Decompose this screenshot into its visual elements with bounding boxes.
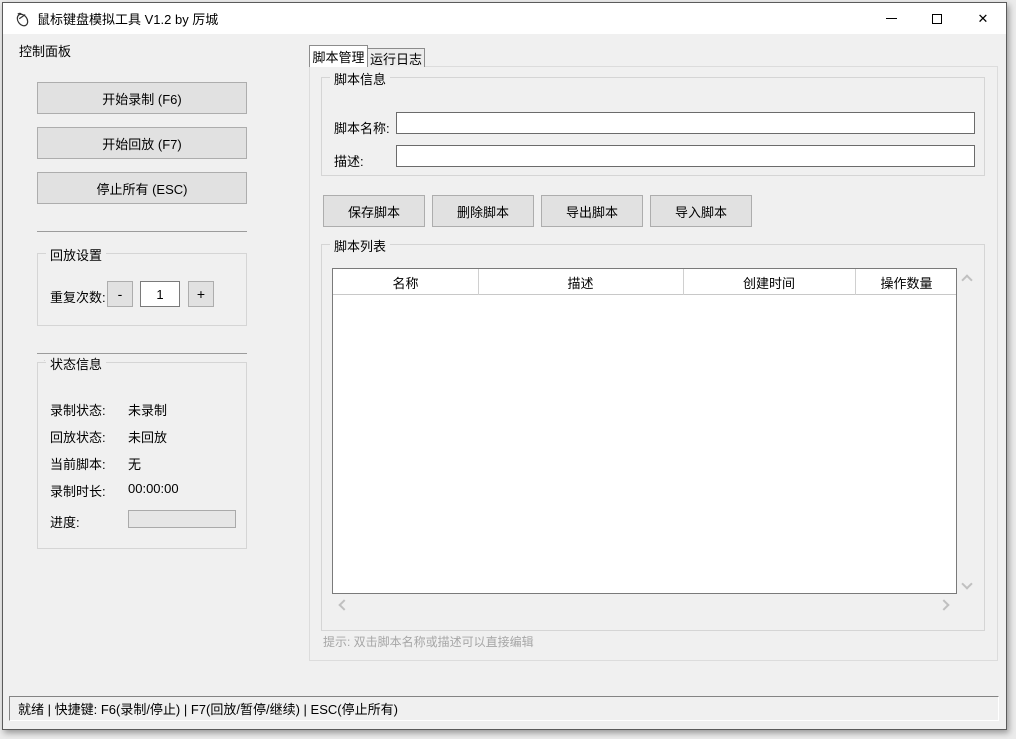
- scroll-up-icon[interactable]: [961, 274, 972, 285]
- status-info-title: 状态信息: [46, 354, 106, 373]
- minimize-button[interactable]: [868, 3, 914, 34]
- column-separator: [683, 269, 684, 295]
- progress-label: 进度:: [50, 512, 80, 531]
- scroll-right-icon[interactable]: [938, 599, 949, 610]
- record-duration-value: 00:00:00: [128, 481, 179, 496]
- close-icon: ✕: [978, 12, 989, 25]
- stop-all-button[interactable]: 停止所有 (ESC): [37, 172, 247, 204]
- script-info-group: 脚本信息 脚本名称: 描述:: [321, 77, 985, 176]
- playback-settings-group: 回放设置 重复次数: - +: [37, 253, 247, 326]
- separator: [37, 231, 247, 232]
- start-playback-button[interactable]: 开始回放 (F7): [37, 127, 247, 159]
- screen: 鼠标键盘模拟工具 V1.2 by 厉城 ✕ 控制面板 开始录制 (F6) 开始回…: [0, 0, 1016, 739]
- vertical-scrollbar[interactable]: [961, 268, 974, 594]
- import-script-button[interactable]: 导入脚本: [650, 195, 752, 227]
- column-header-opcount[interactable]: 操作数量: [855, 269, 958, 295]
- script-list-title: 脚本列表: [330, 236, 390, 255]
- repeat-increment-button[interactable]: +: [188, 281, 214, 307]
- column-header-name[interactable]: 名称: [333, 269, 478, 295]
- column-separator: [855, 269, 856, 295]
- script-info-title: 脚本信息: [330, 69, 390, 88]
- record-state-value: 未录制: [128, 400, 167, 419]
- script-table[interactable]: 名称 描述 创建时间 操作数量: [332, 268, 957, 594]
- script-name-input[interactable]: [396, 112, 975, 134]
- delete-script-button[interactable]: 删除脚本: [432, 195, 534, 227]
- current-script-label: 当前脚本:: [50, 454, 106, 473]
- window-title: 鼠标键盘模拟工具 V1.2 by 厉城: [37, 9, 218, 28]
- app-window: 鼠标键盘模拟工具 V1.2 by 厉城 ✕ 控制面板 开始录制 (F6) 开始回…: [2, 2, 1007, 730]
- tab-run-log[interactable]: 运行日志: [368, 48, 425, 67]
- current-script-value: 无: [128, 454, 141, 473]
- window-controls: ✕: [868, 3, 1006, 34]
- repeat-count-input[interactable]: [140, 281, 180, 307]
- progress-bar: [128, 510, 236, 528]
- scroll-left-icon[interactable]: [338, 599, 349, 610]
- status-bar: 就绪 | 快捷键: F6(录制/停止) | F7(回放/暂停/继续) | ESC…: [9, 696, 999, 721]
- mouse-icon: [13, 10, 31, 28]
- export-script-button[interactable]: 导出脚本: [541, 195, 643, 227]
- horizontal-scrollbar[interactable]: [332, 597, 957, 613]
- control-panel-title: 控制面板: [19, 41, 71, 60]
- maximize-button[interactable]: [914, 3, 960, 34]
- minimize-icon: [886, 18, 897, 19]
- script-desc-input[interactable]: [396, 145, 975, 167]
- record-duration-label: 录制时长:: [50, 481, 106, 500]
- tab-script-management[interactable]: 脚本管理: [309, 45, 368, 67]
- titlebar[interactable]: 鼠标键盘模拟工具 V1.2 by 厉城 ✕: [3, 3, 1006, 34]
- edit-hint-text: 提示: 双击脚本名称或描述可以直接编辑: [323, 633, 534, 650]
- script-desc-label: 描述:: [334, 151, 364, 170]
- start-record-button[interactable]: 开始录制 (F6): [37, 82, 247, 114]
- playback-settings-title: 回放设置: [46, 245, 106, 264]
- column-header-description[interactable]: 描述: [478, 269, 683, 295]
- status-bar-text: 就绪 | 快捷键: F6(录制/停止) | F7(回放/暂停/继续) | ESC…: [18, 699, 398, 718]
- close-button[interactable]: ✕: [960, 3, 1006, 34]
- repeat-decrement-button[interactable]: -: [107, 281, 133, 307]
- scroll-down-icon[interactable]: [961, 578, 972, 589]
- save-script-button[interactable]: 保存脚本: [323, 195, 425, 227]
- column-separator: [478, 269, 479, 295]
- script-table-header: 名称 描述 创建时间 操作数量: [333, 269, 956, 295]
- record-state-label: 录制状态:: [50, 400, 106, 419]
- repeat-count-label: 重复次数:: [50, 287, 106, 306]
- status-info-group: 状态信息 录制状态: 未录制 回放状态: 未回放 当前脚本: 无 录制时长: 0…: [37, 362, 247, 549]
- script-name-label: 脚本名称:: [334, 118, 390, 137]
- maximize-icon: [932, 14, 942, 24]
- column-header-created[interactable]: 创建时间: [683, 269, 855, 295]
- script-list-group: 脚本列表 名称 描述 创建时间 操作数量: [321, 244, 985, 631]
- playback-state-label: 回放状态:: [50, 427, 106, 446]
- playback-state-value: 未回放: [128, 427, 167, 446]
